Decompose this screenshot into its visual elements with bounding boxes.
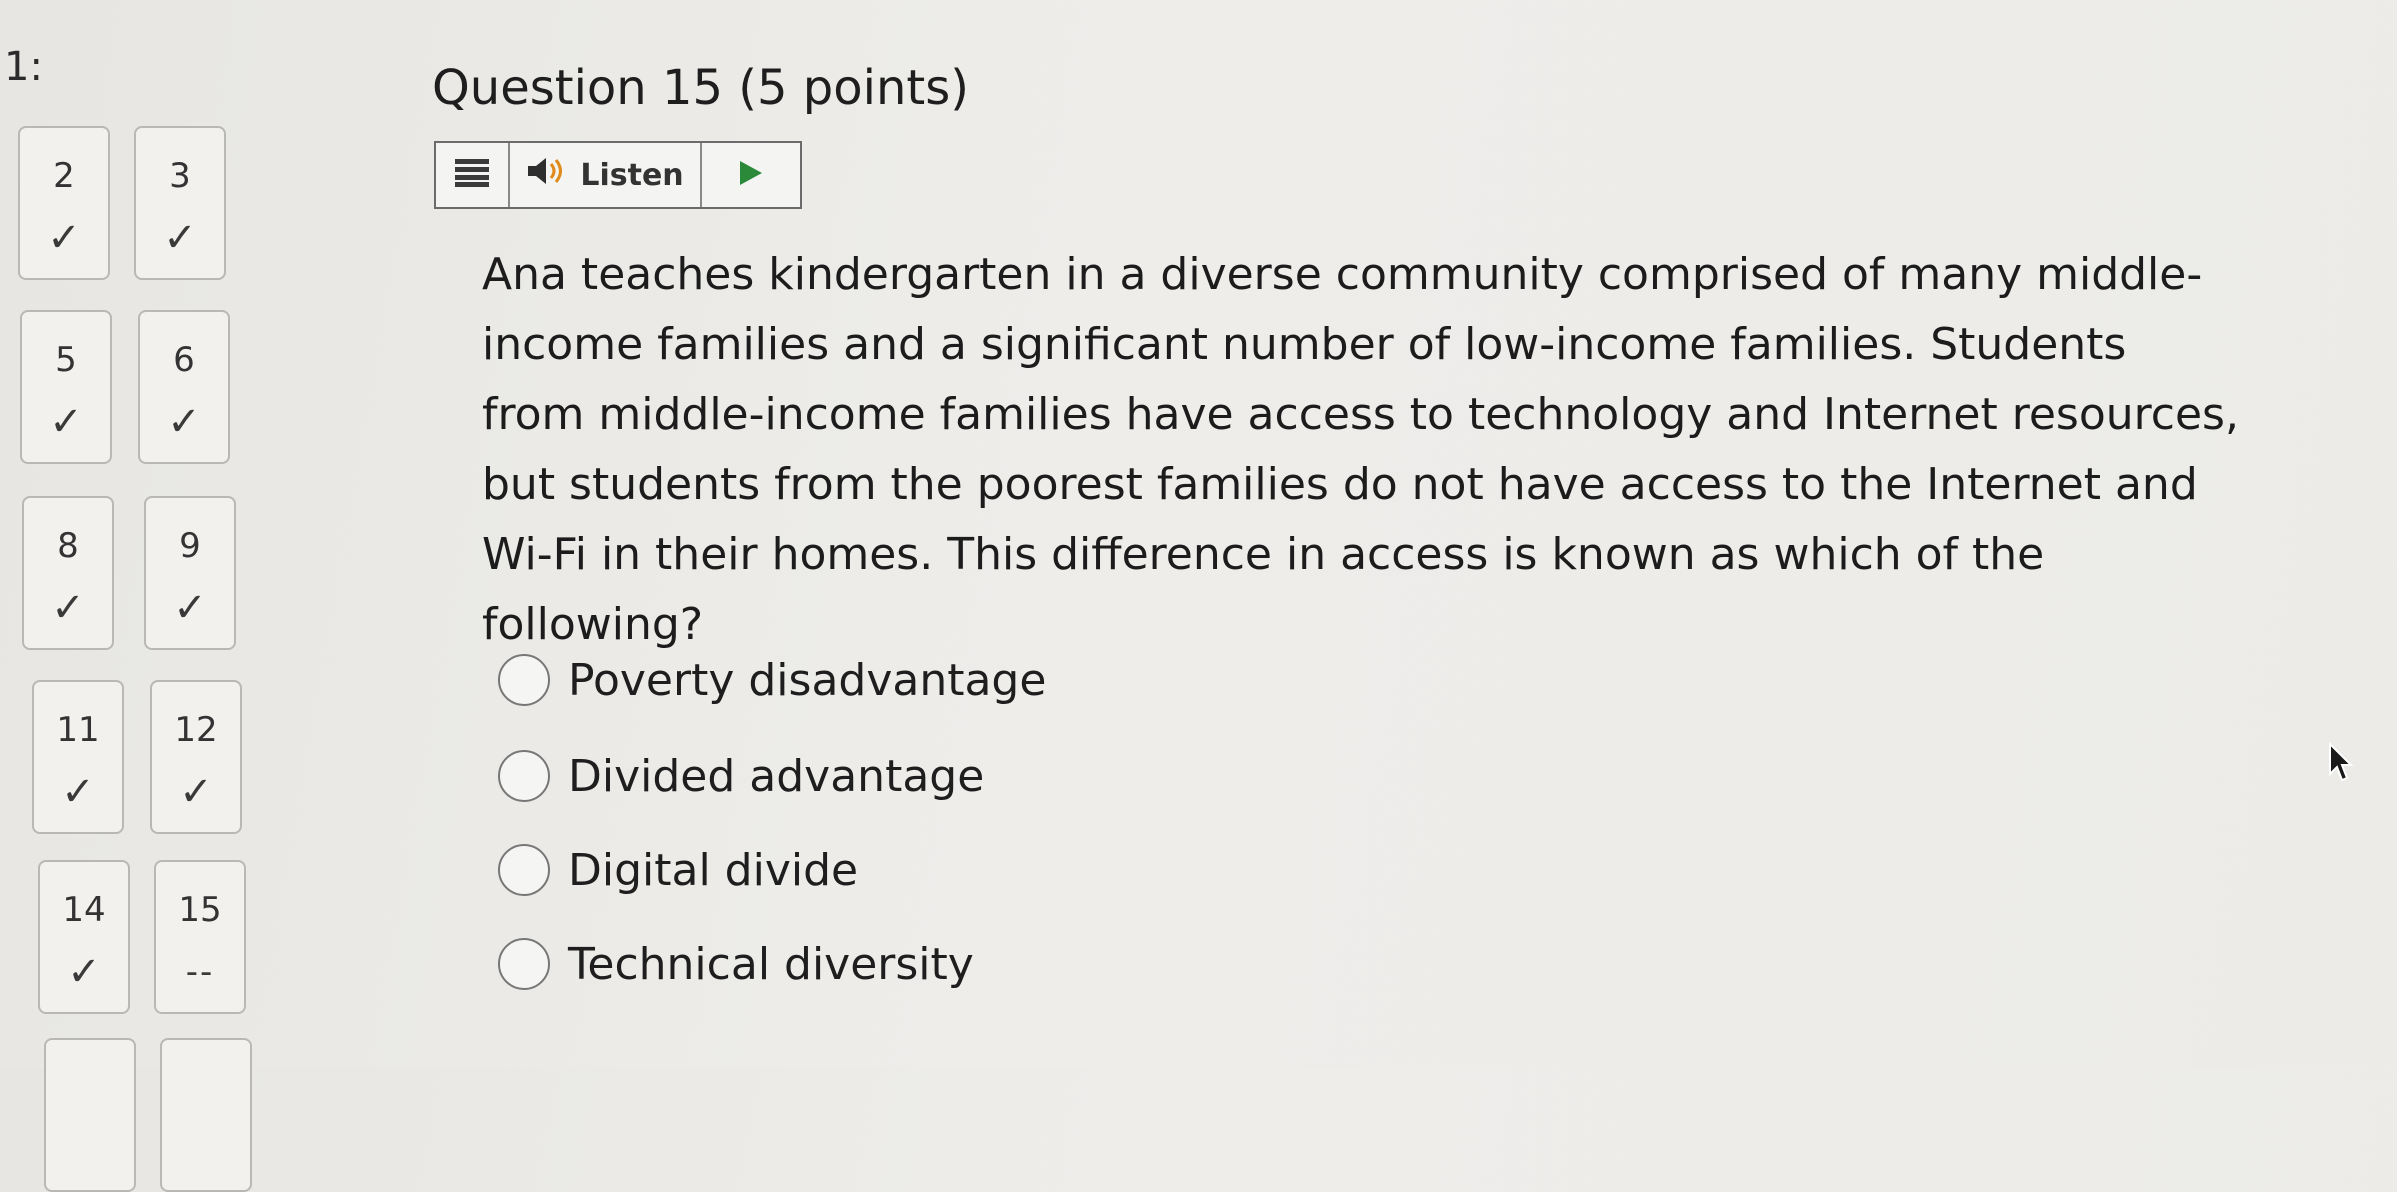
speaker-icon [526,156,570,194]
checkmark-icon: ✓ [179,769,213,815]
nav-question-number: 15 [178,890,222,930]
checkmark-icon: ✓ [173,585,207,631]
nav-question-14[interactable]: 14 ✓ [38,860,130,1014]
answer-option[interactable]: Digital divide [498,838,858,902]
nav-question-3[interactable]: 3 ✓ [134,126,226,280]
checkmark-icon: ✓ [61,769,95,815]
nav-question-12[interactable]: 12 ✓ [150,680,242,834]
nav-question-8[interactable]: 8 ✓ [22,496,114,650]
radio-button[interactable] [498,938,550,990]
play-button[interactable] [702,143,800,207]
question-title: Question 15 (5 points) [432,60,969,116]
checkmark-icon: ✓ [49,399,83,445]
nav-question-15[interactable]: 15 -- [154,860,246,1014]
answer-option[interactable]: Poverty disadvantage [498,648,1046,712]
nav-question-6[interactable]: 6 ✓ [138,310,230,464]
nav-question-partial[interactable] [44,1038,136,1192]
mouse-cursor-icon [2328,741,2354,788]
nav-question-number: 6 [173,340,195,380]
checkmark-icon: ✓ [167,399,201,445]
nav-question-number: 8 [57,526,79,566]
checkmark-icon: ✓ [67,949,101,995]
nav-question-number: 2 [53,156,75,196]
play-icon [738,159,764,191]
listen-button[interactable]: Listen [510,143,702,207]
nav-question-number: 5 [55,340,77,380]
nav-question-number: 3 [169,156,191,196]
listen-label: Listen [580,157,684,193]
checkmark-icon: ✓ [163,215,197,261]
read-aloud-menu-button[interactable] [436,143,510,207]
radio-button[interactable] [498,844,550,896]
checkmark-icon: ✓ [51,585,85,631]
nav-question-number: 11 [56,710,100,750]
nav-question-2[interactable]: 2 ✓ [18,126,110,280]
nav-question-9[interactable]: 9 ✓ [144,496,236,650]
answer-option[interactable]: Divided advantage [498,744,984,808]
unanswered-dash-icon: -- [185,952,215,992]
nav-question-partial[interactable] [160,1038,252,1192]
nav-question-11[interactable]: 11 ✓ [32,680,124,834]
checkmark-icon: ✓ [47,215,81,261]
nav-question-5[interactable]: 5 ✓ [20,310,112,464]
nav-question-number: 12 [174,710,218,750]
question-text: Ana teaches kindergarten in a diverse co… [482,249,2239,650]
read-aloud-toolbar: Listen [434,141,802,209]
menu-icon [455,159,489,191]
answer-option-label: Digital divide [568,844,859,896]
answer-option-label: Technical diversity [568,938,974,990]
answer-option-label: Divided advantage [568,750,985,802]
answer-option[interactable]: Technical diversity [498,932,974,996]
answer-option-label: Poverty disadvantage [568,654,1047,706]
nav-question-number: 9 [179,526,201,566]
radio-button[interactable] [498,750,550,802]
section-label: 1: [4,44,43,90]
nav-question-number: 14 [62,890,106,930]
radio-button[interactable] [498,654,550,706]
